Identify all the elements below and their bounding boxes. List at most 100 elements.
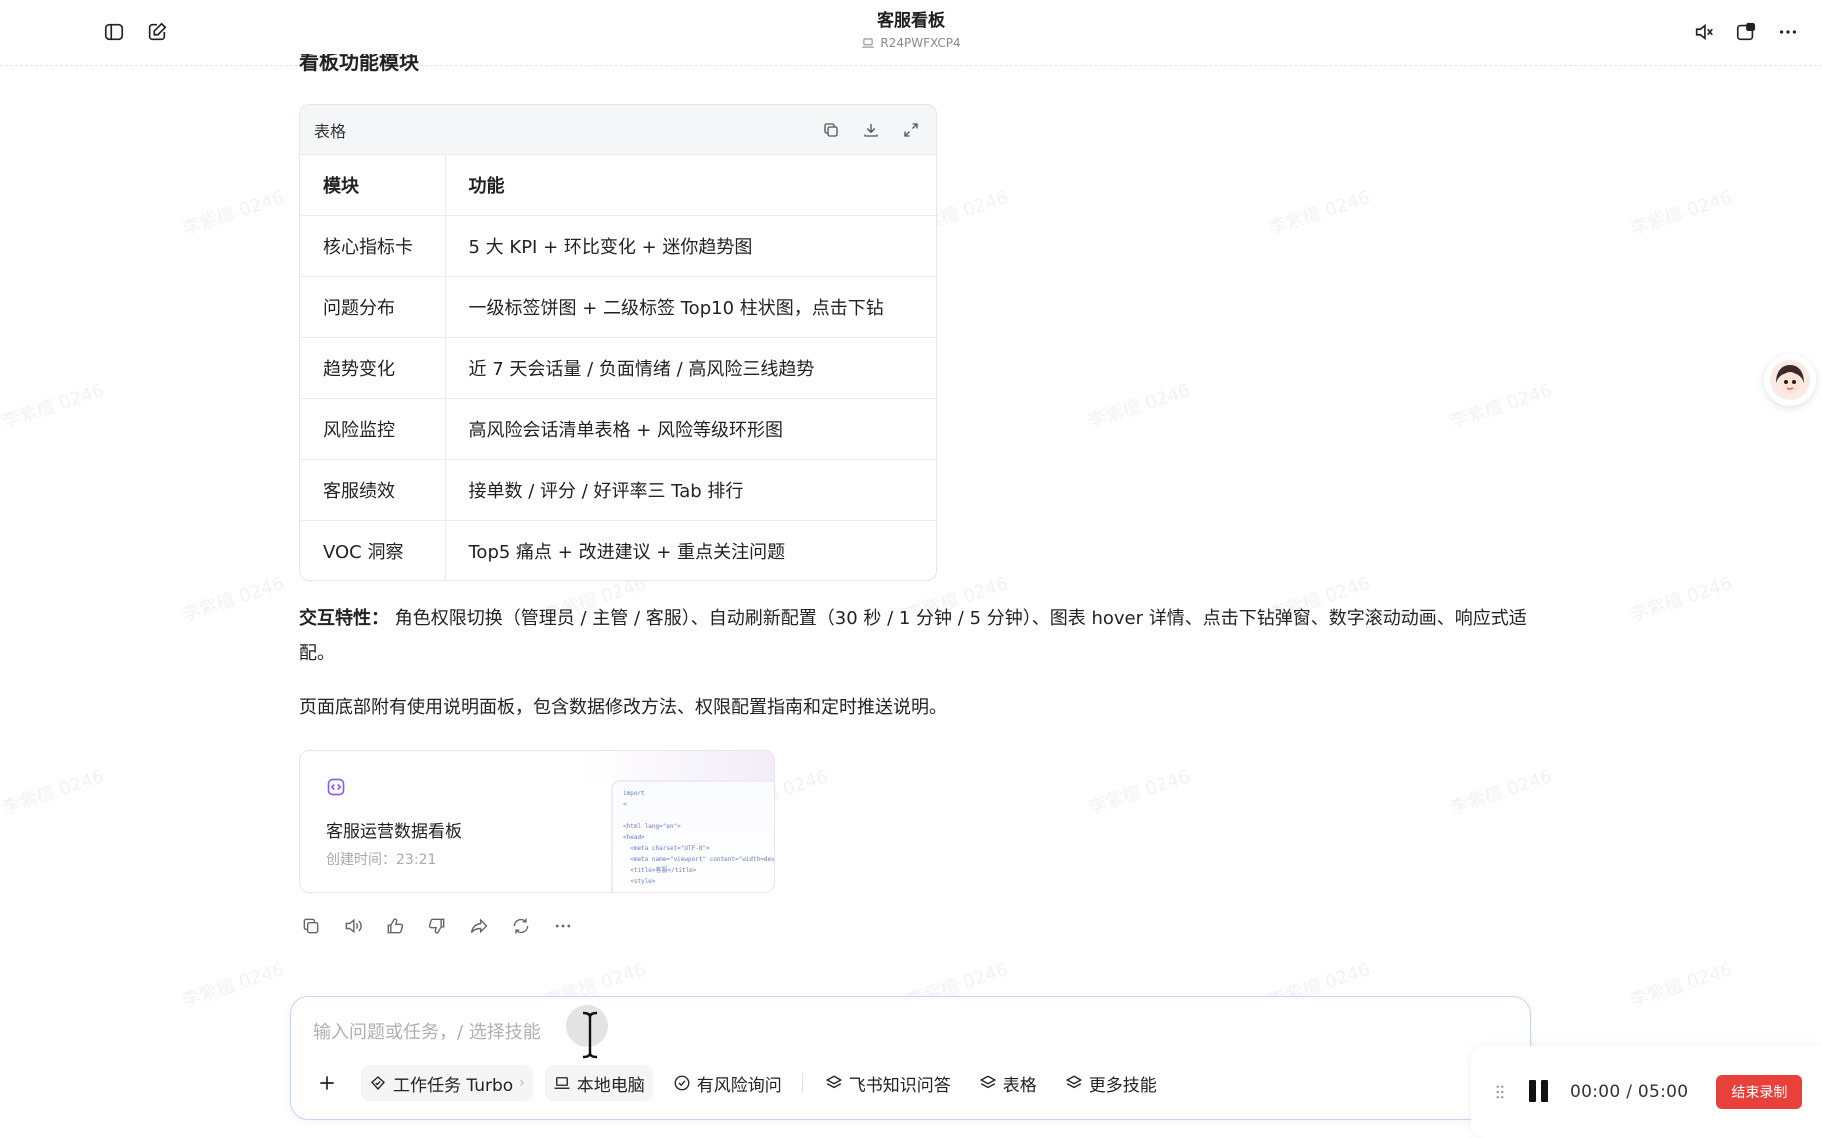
watermark-text: 李紫檀 0246 (1265, 187, 1373, 240)
more-skills-label: 更多技能 (1088, 1075, 1157, 1096)
interaction-label: 交互特性： (299, 608, 389, 629)
laptop-icon (554, 1077, 570, 1089)
regenerate-icon[interactable] (510, 915, 532, 937)
toolbar-divider (801, 1073, 803, 1093)
layers-icon (979, 1075, 996, 1089)
title-block: 客服看板 R24PWFXCP4 (0, 10, 1822, 54)
function-table: 模块 功能 核心指标卡 5 大 KPI + 环比变化 + 迷你趋势图 问题分布 … (300, 155, 936, 580)
share-icon[interactable] (468, 915, 490, 937)
message-actions (300, 915, 574, 937)
assistant-avatar[interactable] (1764, 354, 1816, 406)
table-skill-button[interactable]: 表格 (971, 1065, 1045, 1101)
drag-handle-icon[interactable] (1491, 1083, 1509, 1101)
more-options-icon[interactable] (1772, 16, 1804, 48)
window-icon[interactable] (1730, 16, 1762, 48)
thumbs-up-icon[interactable] (384, 915, 406, 937)
recording-time: 00:00 / 05:00 (1570, 1082, 1689, 1102)
mute-icon[interactable] (1688, 16, 1720, 48)
file-preview: import < <html lang="en"> <head> <meta c… (612, 781, 775, 892)
copy-icon[interactable] (300, 915, 322, 937)
code-file-icon (326, 777, 346, 797)
expand-icon[interactable] (900, 119, 922, 141)
feishu-qa-button[interactable]: 飞书知识问答 (817, 1065, 959, 1101)
layers-icon (1065, 1075, 1082, 1089)
table-cell: 接单数 / 评分 / 好评率三 Tab 排行 (445, 459, 936, 521)
table-cell: 5 大 KPI + 环比变化 + 迷你趋势图 (445, 215, 936, 277)
table-cell: 风险监控 (300, 398, 446, 460)
download-icon[interactable] (860, 119, 882, 141)
local-computer-label: 本地电脑 (576, 1075, 645, 1096)
file-preview-code: import < <html lang="en"> <head> <meta c… (623, 790, 775, 885)
table-skill-label: 表格 (1002, 1075, 1037, 1096)
table-row: 问题分布 一级标签饼图 + 二级标签 Top10 柱状图，点击下钻 (300, 276, 936, 338)
table-cell: Top5 痛点 + 改进建议 + 重点关注问题 (468, 541, 786, 563)
watermark-text: 李紫檀 0246 (0, 766, 107, 819)
task-turbo-button[interactable]: 工作任务 Turbo › (361, 1065, 533, 1101)
interaction-text: 角色权限切换（管理员 / 主管 / 客服）、自动刷新配置（30 秒 / 1 分钟… (299, 608, 1527, 664)
section-heading: 看板功能模块 (299, 54, 419, 74)
watermark-text: 李紫檀 0246 (179, 573, 287, 626)
copy-icon[interactable] (820, 119, 842, 141)
task-turbo-label: 工作任务 Turbo (393, 1075, 514, 1096)
table-cell: 客服绩效 (300, 459, 446, 521)
table-cell: VOC 洞察 (300, 520, 446, 580)
table-row: 趋势变化 近 7 天会话量 / 负面情绪 / 高风险三线趋势 (300, 337, 936, 399)
device-info: R24PWFXCP4 (861, 35, 961, 51)
watermark-text: 李紫檀 0246 (1085, 380, 1193, 433)
chat-input[interactable] (313, 1017, 1013, 1047)
watermark-text: 李紫檀 0246 (1447, 766, 1555, 819)
column-header: 模块 (300, 155, 446, 216)
feishu-qa-label: 飞书知识问答 (848, 1075, 951, 1096)
table-card-label: 表格 (314, 121, 347, 141)
more-skills-button[interactable]: 更多技能 (1057, 1065, 1165, 1101)
table-row: VOC 洞察 Top5 痛点 + 改进建议 + 重点关注问题 (300, 520, 936, 580)
file-name: 客服运营数据看板 (326, 822, 462, 842)
table-row: 风险监控 高风险会话清单表格 + 风险等级环形图 (300, 398, 936, 460)
task-icon (371, 1076, 385, 1091)
table-cell: 核心指标卡 (300, 215, 446, 277)
table-card: 表格 模块 功能 核心指标卡 5 大 KPI + 环比变化 + 迷你趋势图 问题… (299, 104, 937, 581)
more-icon[interactable] (552, 915, 574, 937)
file-created-label: 创建时间： (326, 852, 396, 868)
watermark-text: 李紫檀 0246 (1627, 573, 1735, 626)
watermark-text: 李紫檀 0246 (179, 959, 287, 1012)
watermark-text: 李紫檀 0246 (1627, 959, 1735, 1012)
page-title: 客服看板 (877, 11, 945, 31)
screen-recorder: 00:00 / 05:00 结束录制 (1471, 1046, 1822, 1138)
interaction-paragraph: 交互特性： 角色权限切换（管理员 / 主管 / 客服）、自动刷新配置（30 秒 … (299, 601, 1529, 671)
file-card-gradient (580, 751, 774, 781)
watermark-text: 李紫檀 0246 (179, 187, 287, 240)
file-card[interactable]: 客服运营数据看板 创建时间：23:21 import < <html lang=… (299, 750, 775, 893)
text-cursor-icon (582, 1011, 598, 1059)
composer-toolbar: 工作任务 Turbo › 本地电脑 有风险询问 飞书知识问答 表格 更多技能 (309, 1065, 1177, 1101)
table-cell: 一级标签饼图 + 二级标签 Top10 柱状图，点击下钻 (445, 276, 936, 338)
table-row: 客服绩效 接单数 / 评分 / 好评率三 Tab 排行 (300, 459, 936, 521)
risk-query-button[interactable]: 有风险询问 (665, 1065, 790, 1101)
risk-query-label: 有风险询问 (696, 1075, 782, 1096)
watermark-text: 李紫檀 0246 (1447, 380, 1555, 433)
table-cell: 近 7 天会话量 / 负面情绪 / 高风险三线趋势 (445, 337, 936, 399)
thumbs-down-icon[interactable] (426, 915, 448, 937)
top-bar: 客服看板 R24PWFXCP4 (0, 0, 1822, 66)
table-card-header: 表格 (300, 105, 936, 155)
table-cell: 问题分布 (300, 276, 446, 338)
local-computer-button[interactable]: 本地电脑 (544, 1065, 653, 1101)
watermark-text: 李紫檀 0246 (1085, 766, 1193, 819)
table-header-row: 模块 功能 (300, 155, 936, 216)
file-created-value: 23:21 (396, 852, 437, 868)
footer-note-paragraph: 页面底部附有使用说明面板，包含数据修改方法、权限配置指南和定时推送说明。 (299, 697, 947, 718)
composer: 工作任务 Turbo › 本地电脑 有风险询问 飞书知识问答 表格 更多技能 (290, 996, 1531, 1120)
layers-icon (825, 1075, 842, 1089)
stop-recording-button[interactable]: 结束录制 (1716, 1075, 1803, 1109)
column-header: 功能 (445, 155, 936, 216)
speaker-icon[interactable] (342, 915, 364, 937)
table-cell: 趋势变化 (300, 337, 446, 399)
chevron-right-icon: › (519, 1075, 525, 1091)
add-icon[interactable] (309, 1065, 345, 1101)
table-cell: 高风险会话清单表格 + 风险等级环形图 (445, 398, 936, 460)
pause-icon[interactable] (1529, 1080, 1551, 1104)
watermark-text: 李紫檀 0246 (0, 380, 107, 433)
device-id: R24PWFXCP4 (880, 36, 961, 50)
watermark-text: 李紫檀 0246 (1627, 187, 1735, 240)
laptop-icon (862, 38, 875, 48)
